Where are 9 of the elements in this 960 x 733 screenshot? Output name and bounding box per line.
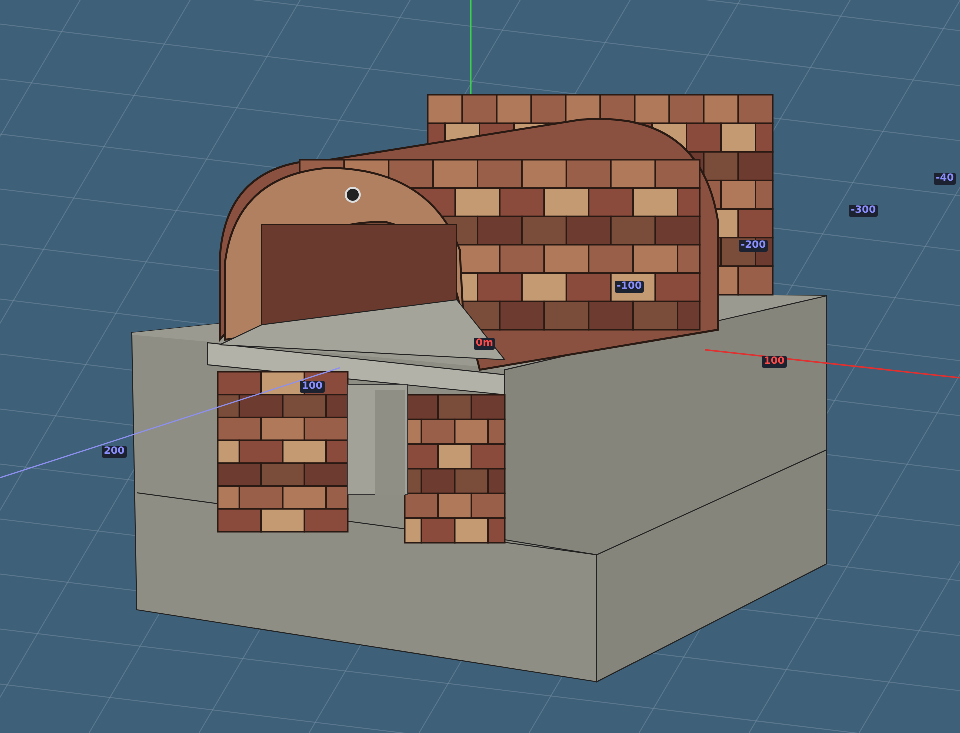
axis-label: -100 xyxy=(615,281,644,293)
axis-label: 100 xyxy=(300,381,325,393)
axis-label: 0m xyxy=(474,338,496,350)
axis-label: 100 xyxy=(762,356,787,368)
3d-viewport[interactable]: -40 -300 -200 -100 0m 100 100 200 xyxy=(0,0,960,733)
axis-label: -200 xyxy=(739,240,768,252)
axis-label: 200 xyxy=(102,446,127,458)
axis-label: -40 xyxy=(934,173,956,185)
axis-label: -300 xyxy=(849,205,878,217)
